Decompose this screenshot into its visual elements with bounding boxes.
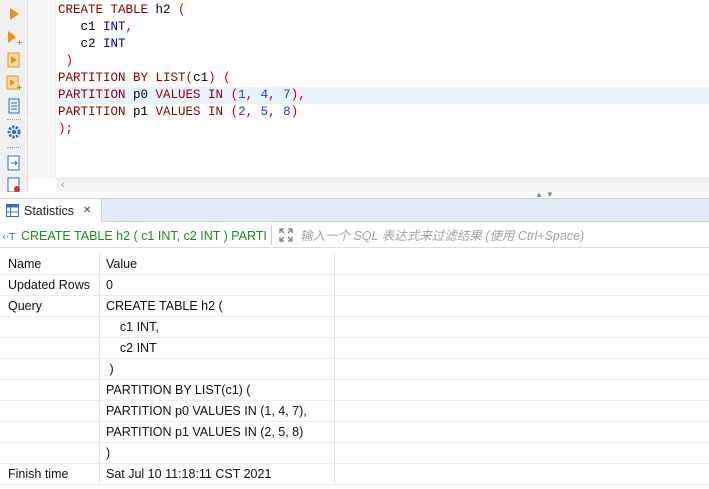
row-value-cell: c1 INT, xyxy=(100,317,335,337)
svg-text:+: + xyxy=(16,38,22,46)
table-row[interactable]: PARTITION p0 VALUES IN (1, 4, 7), xyxy=(0,401,709,422)
row-value-cell: CREATE TABLE h2 ( xyxy=(100,296,335,316)
table-icon xyxy=(6,204,19,217)
tab-label: Statistics xyxy=(24,203,75,218)
table-row[interactable]: ) xyxy=(0,359,709,380)
row-value-cell: ) xyxy=(100,359,335,379)
code-line: CREATE TABLE h2 ( xyxy=(58,3,186,17)
filter-bar: ‹·T CREATE TABLE h2 ( c1 INT, c2 INT ) P… xyxy=(0,223,709,248)
empty-cell xyxy=(335,443,709,463)
row-name-cell: Query xyxy=(0,296,100,316)
code-line: c1 INT, xyxy=(58,20,134,34)
empty-cell xyxy=(335,317,709,337)
empty-cell xyxy=(335,275,709,295)
new-script-icon[interactable] xyxy=(5,177,23,193)
code-line-current: PARTITION p0 VALUES IN (1, 4, 7), xyxy=(56,87,709,104)
close-icon[interactable]: ✕ xyxy=(83,205,91,216)
row-value-cell: PARTITION p0 VALUES IN (1, 4, 7), xyxy=(100,401,335,421)
row-name-cell xyxy=(0,401,100,421)
column-header-value[interactable]: Value xyxy=(100,254,335,274)
empty-cell xyxy=(335,359,709,379)
row-name-cell xyxy=(0,380,100,400)
row-name-cell xyxy=(0,422,100,442)
statistics-grid: Name Value Updated Rows 0 Query CREATE T… xyxy=(0,254,709,485)
svg-text:‹·T: ‹·T xyxy=(2,232,16,242)
row-name-cell xyxy=(0,443,100,463)
export-icon[interactable] xyxy=(5,155,23,171)
table-row[interactable]: Updated Rows 0 xyxy=(0,275,709,296)
toolbar-separator xyxy=(7,119,21,120)
query-text-chip[interactable]: ‹·T CREATE TABLE h2 ( c1 INT, c2 INT ) P… xyxy=(2,226,272,245)
expand-filter-icon[interactable] xyxy=(278,227,294,243)
code-line: PARTITION BY LIST(c1) ( xyxy=(58,71,231,85)
table-row[interactable]: PARTITION BY LIST(c1) ( xyxy=(0,380,709,401)
code-line: c2 INT xyxy=(58,37,126,51)
filter-input[interactable] xyxy=(300,226,705,245)
row-value-cell: ) xyxy=(100,443,335,463)
table-row[interactable]: Finish time Sat Jul 10 11:18:11 CST 2021 xyxy=(0,464,709,485)
row-name-cell xyxy=(0,359,100,379)
code-line: ) xyxy=(65,54,74,68)
line-gutter xyxy=(28,0,56,178)
table-row[interactable]: ) xyxy=(0,443,709,464)
sql-query-icon: ‹·T xyxy=(2,232,16,242)
table-row[interactable]: c1 INT, xyxy=(0,317,709,338)
query-text: CREATE TABLE h2 ( c1 INT, c2 INT ) PARTI xyxy=(21,228,267,243)
row-value-cell: Sat Jul 10 11:18:11 CST 2021 xyxy=(100,464,335,484)
empty-cell xyxy=(335,380,709,400)
empty-cell xyxy=(335,401,709,421)
empty-cell xyxy=(335,338,709,358)
execute-in-new-tab-icon[interactable]: + xyxy=(5,30,23,46)
row-value-cell: 0 xyxy=(100,275,335,295)
svg-text:+: + xyxy=(16,83,22,91)
settings-icon[interactable] xyxy=(5,124,23,140)
row-value-cell: c2 INT xyxy=(100,338,335,358)
table-row[interactable]: c2 INT xyxy=(0,338,709,359)
row-value-cell: PARTITION BY LIST(c1) ( xyxy=(100,380,335,400)
scroll-left-icon[interactable]: ‹ xyxy=(61,179,65,192)
table-row[interactable]: PARTITION p1 VALUES IN (2, 5, 8) xyxy=(0,422,709,443)
empty-cell xyxy=(335,422,709,442)
row-value-cell: PARTITION p1 VALUES IN (2, 5, 8) xyxy=(100,422,335,442)
editor-horizontal-scrollbar[interactable]: ‹ xyxy=(56,178,709,192)
grid-header: Name Value xyxy=(0,254,709,275)
empty-cell xyxy=(335,296,709,316)
row-name-cell xyxy=(0,317,100,337)
tab-statistics[interactable]: Statistics ✕ xyxy=(0,199,102,222)
empty-cell xyxy=(335,254,709,274)
column-header-name[interactable]: Name xyxy=(0,254,100,274)
code-line: ); xyxy=(58,122,74,136)
toolbar-separator xyxy=(7,147,21,148)
execute-script-new-tab-icon[interactable]: + xyxy=(5,75,23,91)
editor-toolbar: + + xyxy=(0,0,28,195)
row-name-cell: Updated Rows xyxy=(0,275,100,295)
results-tab-bar: Statistics ✕ xyxy=(0,198,709,222)
explain-plan-icon[interactable] xyxy=(5,98,23,114)
table-row[interactable]: Query CREATE TABLE h2 ( xyxy=(0,296,709,317)
code-line: PARTITION p1 VALUES IN (2, 5, 8) xyxy=(58,105,299,119)
row-name-cell: Finish time xyxy=(0,464,100,484)
execute-statement-icon[interactable] xyxy=(5,6,23,22)
execute-script-icon[interactable] xyxy=(5,52,23,68)
empty-cell xyxy=(335,464,709,484)
row-name-cell xyxy=(0,338,100,358)
sql-editor[interactable]: CREATE TABLE h2 ( c1 INT, c2 INT ) PARTI… xyxy=(56,0,709,178)
